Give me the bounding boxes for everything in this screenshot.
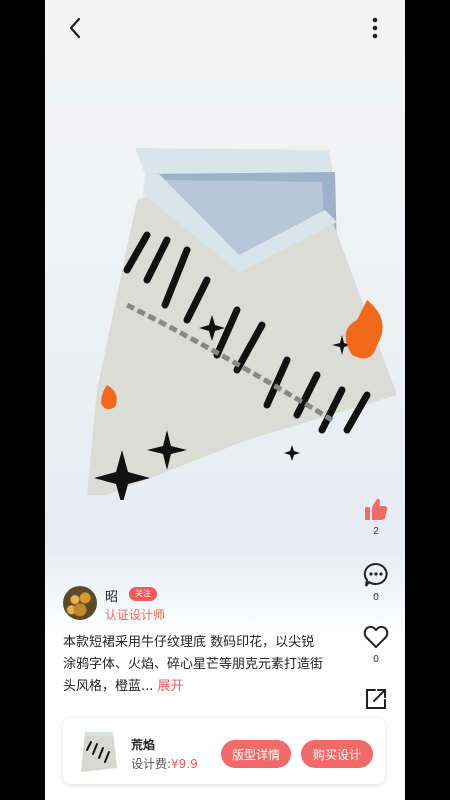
skirt-product-image[interactable] [67,140,397,500]
product-detail-screen: 2 0 0 昭 关注 认证设计师 本款短裙采用牛仔纹理底 数码印花，以尖锐涂鸦字… [45,0,405,800]
heart-icon [363,625,389,648]
comment-button[interactable]: 0 [361,562,391,603]
more-vertical-icon [372,17,378,39]
designer-name[interactable]: 昭 [105,586,118,605]
favorite-button[interactable]: 0 [361,624,391,665]
product-thumbnail [81,732,117,772]
product-card: 荒焰 设计费:¥9.9 版型详情 购买设计 [63,718,385,784]
product-name: 荒焰 [131,738,156,752]
designer-info[interactable]: 昭 关注 认证设计师 [63,584,303,624]
top-bar [45,0,405,56]
product-description: 本款短裙采用牛仔纹理底 数码印花，以尖锐涂鸦字体、火焰、碎心星芒等朋克元素打造街… [63,632,323,698]
pattern-detail-button[interactable]: 版型详情 [221,740,291,768]
fee-label: 设计费: [131,757,172,771]
like-button[interactable]: 2 [361,496,391,537]
like-count: 2 [373,526,379,537]
thumbs-up-icon [365,498,388,520]
back-button[interactable] [61,14,89,42]
designer-title: 认证设计师 [105,608,166,622]
comment-icon [363,562,388,587]
buy-design-button[interactable]: 购买设计 [301,740,373,768]
share-icon [366,689,386,709]
design-fee: 设计费:¥9.9 [131,755,198,772]
fee-price: ¥9.9 [171,757,198,771]
share-button[interactable] [361,686,391,712]
comment-count: 0 [373,592,379,603]
favorite-count: 0 [373,654,379,665]
description-text: 本款短裙采用牛仔纹理底 数码印花，以尖锐涂鸦字体、火焰、碎心星芒等朋克元素打造街… [63,635,324,694]
follow-button[interactable]: 关注 [129,587,157,601]
expand-link[interactable]: 展开 [158,679,184,694]
designer-avatar[interactable] [63,586,97,620]
chevron-left-icon [69,17,81,39]
more-button[interactable] [363,14,387,42]
